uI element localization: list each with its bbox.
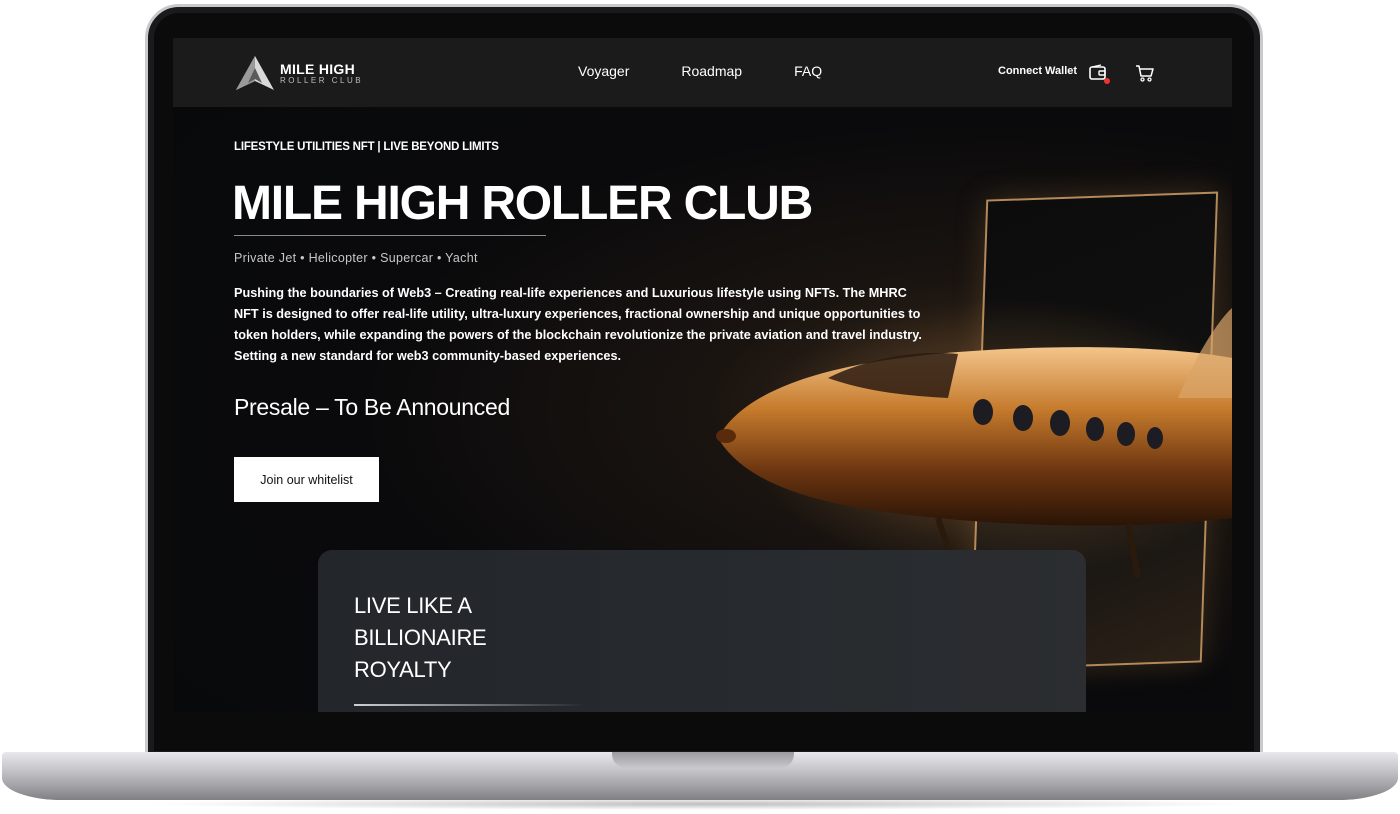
- feature-card-title-line: BILLIONAIRE: [354, 625, 487, 650]
- brand-logo[interactable]: MILE HIGH ROLLER CLUB: [234, 54, 363, 92]
- website-screen: MILE HIGH ROLLER CLUB Voyager Roadmap FA…: [173, 38, 1232, 712]
- feature-card-title-line: ROYALTY: [354, 657, 452, 682]
- brand-subtitle: ROLLER CLUB: [280, 75, 364, 85]
- connect-wallet-link[interactable]: Connect Wallet: [998, 65, 1077, 77]
- title-divider: [234, 235, 546, 236]
- feature-card: LIVE LIKE A BILLIONAIRE ROYALTY: [318, 550, 1086, 712]
- brand-name: MILE HIGH: [280, 60, 356, 77]
- nav-link-voyager[interactable]: Voyager: [578, 63, 629, 79]
- laptop-notch: [612, 752, 794, 768]
- feature-card-title-line: LIVE LIKE A: [354, 593, 472, 618]
- hero-description: Pushing the boundaries of Web3 – Creatin…: [234, 286, 922, 363]
- feature-card-divider: [354, 704, 584, 706]
- cart-icon[interactable]: [1135, 63, 1155, 83]
- feature-card-title: LIVE LIKE A BILLIONAIRE ROYALTY: [354, 590, 487, 686]
- navbar: MILE HIGH ROLLER CLUB Voyager Roadmap FA…: [173, 38, 1232, 107]
- join-whitelist-button[interactable]: Join our whitelist: [234, 457, 379, 502]
- hero-kicker: LIFESTYLE UTILITIES NFT | LIVE BEYOND LI…: [234, 141, 499, 153]
- notification-dot: [1104, 78, 1110, 84]
- logo-icon: [236, 56, 274, 90]
- presale-status: Presale – To Be Announced: [234, 394, 510, 420]
- nav-link-faq[interactable]: FAQ: [794, 63, 822, 79]
- nav-links: Voyager Roadmap FAQ: [578, 63, 822, 79]
- hero-categories: Private Jet • Helicopter • Supercar • Ya…: [234, 251, 478, 265]
- hero-title: MILE HIGH ROLLER CLUB: [232, 177, 813, 230]
- nav-link-roadmap[interactable]: Roadmap: [681, 63, 742, 79]
